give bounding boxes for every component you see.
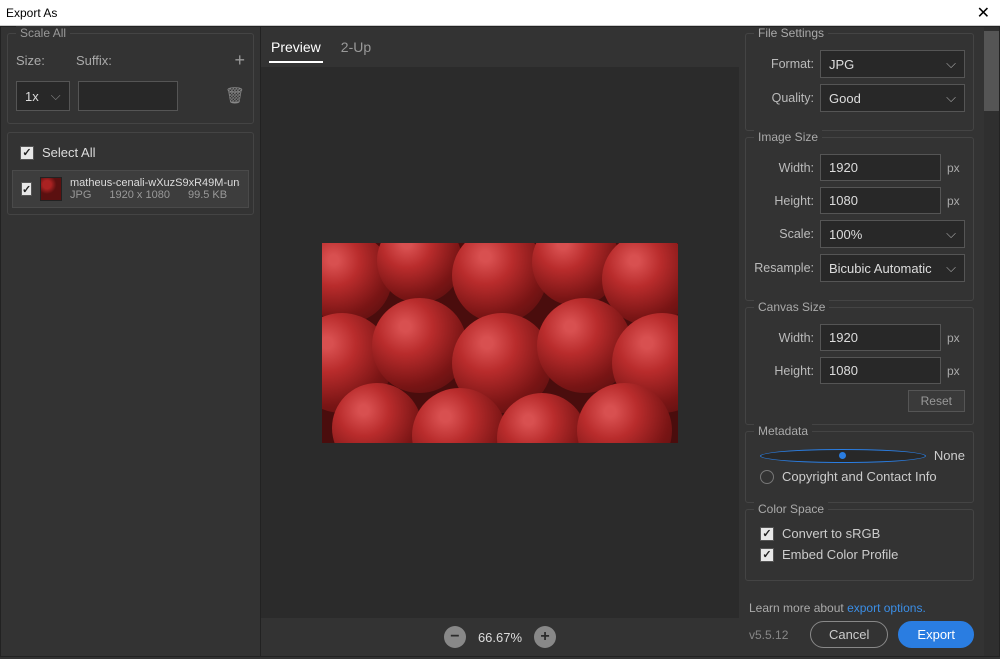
chevron-down-icon: ⌵ <box>946 260 956 276</box>
metadata-none-radio[interactable] <box>760 449 926 463</box>
cv-height-label: Height: <box>754 364 814 378</box>
embed-profile-label: Embed Color Profile <box>782 547 898 562</box>
canvas-size-section: Canvas Size Width: px Height: px Reset <box>745 307 974 425</box>
resample-value: Bicubic Automatic <box>829 261 932 276</box>
img-height-input[interactable] <box>820 187 941 214</box>
canvas-size-title: Canvas Size <box>754 300 829 314</box>
zoom-out-button[interactable]: − <box>444 626 466 648</box>
scrollbar-thumb[interactable] <box>984 31 999 111</box>
preview-image <box>322 243 678 443</box>
metadata-none-label: None <box>934 448 965 463</box>
format-label: Format: <box>754 57 814 71</box>
asset-size: 99.5 KB <box>188 189 227 201</box>
cv-height-input[interactable] <box>820 357 941 384</box>
titlebar: Export As ✕ <box>0 0 1000 26</box>
img-scale-value: 100% <box>829 227 862 242</box>
asset-format: JPG <box>70 189 91 201</box>
tab-preview[interactable]: Preview <box>269 35 323 63</box>
srgb-label: Convert to sRGB <box>782 526 880 541</box>
trash-icon[interactable]: 🗑 <box>225 86 245 106</box>
suffix-input[interactable] <box>78 81 178 111</box>
unit-px: px <box>947 161 965 175</box>
version-label: v5.5.12 <box>749 628 788 642</box>
learn-link[interactable]: export options. <box>847 601 926 615</box>
color-space-title: Color Space <box>754 502 828 516</box>
right-pane: File Settings Format: JPG ⌵ Quality: Goo… <box>739 27 984 656</box>
asset-thumbnail <box>40 177 62 201</box>
format-select[interactable]: JPG ⌵ <box>820 50 965 78</box>
tab-2up[interactable]: 2-Up <box>339 35 373 63</box>
file-settings-section: File Settings Format: JPG ⌵ Quality: Goo… <box>745 33 974 131</box>
select-all-label: Select All <box>42 145 95 160</box>
asset-row[interactable]: matheus-cenali-wXuzS9xR49M-uns JPG 1920 … <box>12 170 249 208</box>
asset-meta: matheus-cenali-wXuzS9xR49M-uns JPG 1920 … <box>70 177 240 201</box>
footer: Learn more about export options. v5.5.12… <box>745 597 974 652</box>
metadata-copyright-label: Copyright and Contact Info <box>782 469 937 484</box>
export-button[interactable]: Export <box>898 621 974 648</box>
cv-width-label: Width: <box>754 331 814 345</box>
quality-label: Quality: <box>754 91 814 105</box>
image-size-section: Image Size Width: px Height: px Scale: 1… <box>745 137 974 301</box>
format-value: JPG <box>829 57 854 72</box>
chevron-down-icon: ⌵ <box>946 90 956 106</box>
img-scale-select[interactable]: 100% ⌵ <box>820 220 965 248</box>
img-width-input[interactable] <box>820 154 941 181</box>
metadata-copyright-radio[interactable] <box>760 470 774 484</box>
scale-all-title: Scale All <box>16 26 70 40</box>
zoom-in-button[interactable]: + <box>534 626 556 648</box>
quality-select[interactable]: Good ⌵ <box>820 84 965 112</box>
window-title: Export As <box>6 6 57 20</box>
zoom-value: 66.67% <box>478 630 522 645</box>
chevron-down-icon: ⌵ <box>946 56 956 72</box>
zoom-bar: − 66.67% + <box>261 618 739 656</box>
chevron-down-icon: ⌵ <box>946 226 956 242</box>
size-value: 1x <box>25 89 39 104</box>
left-pane: Scale All Size: Suffix: + 1x ⌵ 🗑 Select … <box>1 27 261 656</box>
select-all-checkbox[interactable] <box>20 146 34 160</box>
metadata-section: Metadata None Copyright and Contact Info <box>745 431 974 503</box>
unit-px: px <box>947 364 965 378</box>
img-scale-label: Scale: <box>754 227 814 241</box>
img-width-label: Width: <box>754 161 814 175</box>
size-select[interactable]: 1x ⌵ <box>16 81 70 111</box>
close-icon[interactable]: ✕ <box>973 3 994 23</box>
cv-width-input[interactable] <box>820 324 941 351</box>
file-settings-title: File Settings <box>754 27 828 40</box>
asset-name: matheus-cenali-wXuzS9xR49M-uns <box>70 177 240 189</box>
metadata-title: Metadata <box>754 424 812 438</box>
dialog-body: Scale All Size: Suffix: + 1x ⌵ 🗑 Select … <box>0 26 1000 657</box>
select-all-row: Select All <box>12 139 249 166</box>
learn-more: Learn more about export options. <box>749 601 974 615</box>
quality-value: Good <box>829 91 861 106</box>
size-label: Size: <box>16 53 76 68</box>
scale-all-panel: Scale All Size: Suffix: + 1x ⌵ 🗑 <box>7 33 254 124</box>
center-pane: Preview 2-Up − 66.67% <box>261 27 739 656</box>
img-height-label: Height: <box>754 194 814 208</box>
learn-prefix: Learn more about <box>749 601 847 615</box>
preview-stage <box>261 67 739 618</box>
srgb-checkbox[interactable] <box>760 527 774 541</box>
scrollbar[interactable] <box>984 27 999 656</box>
image-size-title: Image Size <box>754 130 822 144</box>
asset-checkbox[interactable] <box>21 182 32 196</box>
unit-px: px <box>947 194 965 208</box>
reset-button[interactable]: Reset <box>908 390 965 412</box>
add-size-icon[interactable]: + <box>234 50 245 71</box>
asset-dims: 1920 x 1080 <box>109 189 170 201</box>
unit-px: px <box>947 331 965 345</box>
asset-panel: Select All matheus-cenali-wXuzS9xR49M-un… <box>7 132 254 215</box>
chevron-down-icon: ⌵ <box>51 88 61 104</box>
color-space-section: Color Space Convert to sRGB Embed Color … <box>745 509 974 581</box>
preview-tabs: Preview 2-Up <box>261 27 739 63</box>
suffix-label: Suffix: <box>76 53 234 68</box>
resample-select[interactable]: Bicubic Automatic ⌵ <box>820 254 965 282</box>
cancel-button[interactable]: Cancel <box>810 621 888 648</box>
embed-profile-checkbox[interactable] <box>760 548 774 562</box>
resample-label: Resample: <box>754 261 814 275</box>
